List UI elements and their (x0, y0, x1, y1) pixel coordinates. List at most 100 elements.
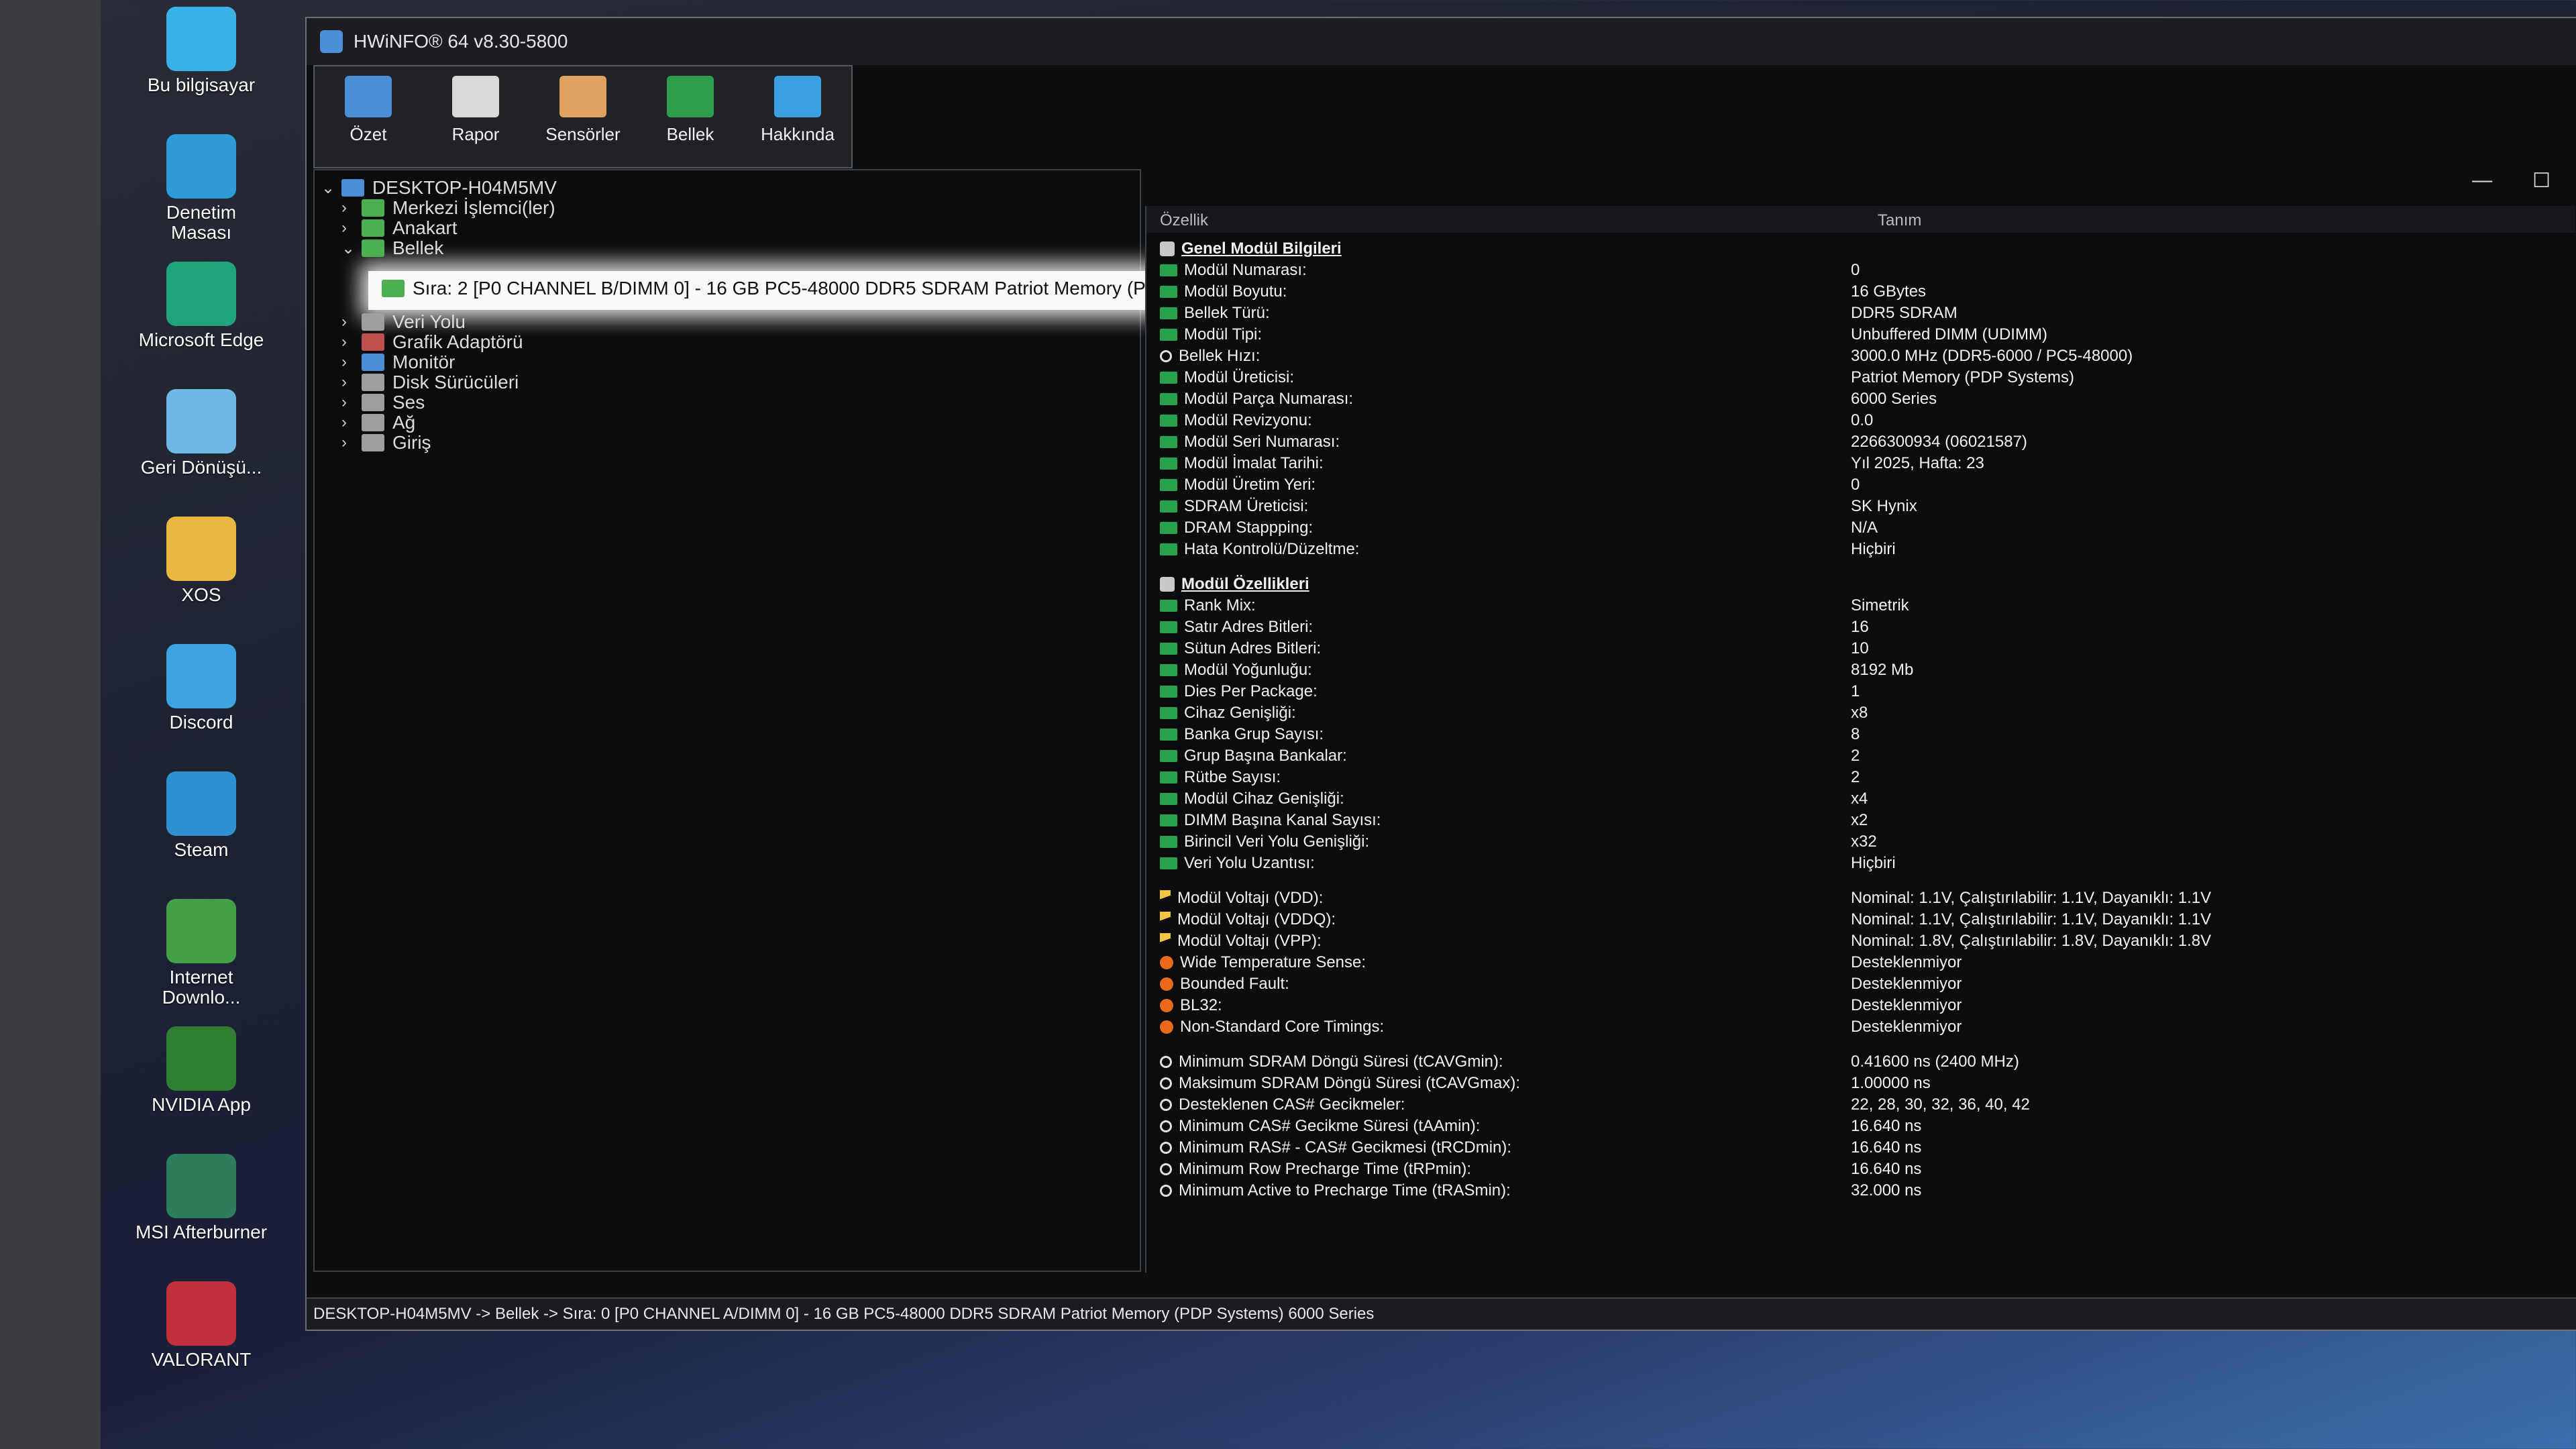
detail-key: BL32: (1160, 996, 1222, 1015)
chevron-right-icon[interactable]: › (341, 219, 362, 237)
detail-row[interactable]: SDRAM Üreticisi: SK Hynix (1160, 497, 2555, 519)
detail-row[interactable]: Modül Üretim Yeri: 0 (1160, 476, 2555, 497)
clock-icon (1160, 1056, 1172, 1068)
chevron-down-icon[interactable]: ⌄ (321, 178, 341, 198)
detail-row[interactable]: Modül Boyutu: 16 GBytes (1160, 282, 2555, 304)
desktop-icon[interactable]: Internet Downlo... (134, 899, 268, 1008)
desktop-icon[interactable]: Bu bilgisayar (134, 7, 268, 95)
detail-row[interactable]: Modül Üreticisi: Patriot Memory (PDP Syst… (1160, 368, 2555, 390)
maximize-icon[interactable]: ☐ (2532, 169, 2551, 193)
tree-item[interactable]: › Anakart (341, 217, 458, 239)
tree-item[interactable]: › Ağ (341, 412, 415, 433)
desktop-icon[interactable]: NVIDIA App (134, 1026, 268, 1115)
detail-row[interactable]: DIMM Başına Kanal Sayısı: x2 (1160, 811, 2555, 833)
detail-key-label: Birincil Veri Yolu Genişliği: (1184, 833, 1370, 851)
tree-item[interactable]: › Giriş (341, 432, 431, 453)
toolbar-button[interactable]: Sensörler (529, 66, 637, 167)
detail-row[interactable]: Hata Kontrolü/Düzeltme: Hiçbiri (1160, 540, 2555, 561)
details-column-header: Özellik Tanım (1146, 206, 2575, 233)
detail-row[interactable]: Rank Mix: Simetrik (1160, 596, 2555, 618)
column-value[interactable]: Tanım (1878, 211, 1921, 230)
detail-row[interactable]: Modül Voltajı (VDDQ): Nominal: 1.1V, Çalı… (1160, 910, 2555, 932)
toolbar-button[interactable]: Özet (315, 66, 422, 167)
detail-row[interactable]: Minimum Row Precharge Time (tRPmin): 16.6… (1160, 1160, 2555, 1181)
tree-item[interactable]: › Disk Sürücüleri (341, 372, 519, 393)
detail-row[interactable]: Minimum Active to Precharge Time (tRASmi… (1160, 1181, 2555, 1203)
section-header[interactable]: Genel Modül Bilgileri (1160, 239, 2555, 261)
title-bar[interactable]: HWiNFO® 64 v8.30-5800 (307, 18, 2576, 65)
edge-icon (166, 262, 236, 326)
memory-module-icon (1160, 750, 1177, 762)
detail-row[interactable]: Satır Adres Bitleri: 16 (1160, 618, 2555, 639)
detail-row[interactable]: Modül Tipi: Unbuffered DIMM (UDIMM) (1160, 325, 2555, 347)
detail-row[interactable]: Minimum SDRAM Döngü Süresi (tCAVGmin): 0.… (1160, 1053, 2555, 1074)
detail-value: 16 GBytes (1851, 282, 1927, 301)
detail-row[interactable]: Rütbe Sayısı: 2 (1160, 768, 2555, 790)
detail-row[interactable]: Modül Voltajı (VPP): Nominal: 1.8V, Çalış… (1160, 932, 2555, 953)
tree-item[interactable]: › Ses (341, 392, 425, 413)
detail-row[interactable]: Banka Grup Sayısı: 8 (1160, 725, 2555, 747)
desktop-icon[interactable]: Microsoft Edge (134, 262, 268, 350)
tree-item[interactable]: › Grafik Adaptörü (341, 331, 523, 353)
column-feature[interactable]: Özellik (1160, 211, 1208, 230)
desktop-icon[interactable]: MSI Afterburner (134, 1154, 268, 1242)
detail-row[interactable]: DRAM Stappping: N/A (1160, 519, 2555, 540)
desktop-icon[interactable]: Steam (134, 771, 268, 860)
tree-item[interactable]: › Merkezi İşlemci(ler) (341, 197, 555, 219)
section-header[interactable]: Modül Özellikleri (1160, 575, 2555, 596)
detail-row[interactable]: Veri Yolu Uzantısı: Hiçbiri (1160, 854, 2555, 875)
chevron-down-icon[interactable]: ⌄ (341, 239, 362, 258)
tree-item[interactable]: ⌄ Bellek (341, 237, 443, 259)
toolbar-button[interactable]: Bellek (637, 66, 744, 167)
detail-row[interactable]: Modül Yoğunluğu: 8192 Mb (1160, 661, 2555, 682)
chevron-right-icon[interactable]: › (341, 433, 362, 452)
toolbar-button-label: Özet (350, 124, 387, 144)
detail-row[interactable]: Modül İmalat Tarihi: Yıl 2025, Hafta: 23 (1160, 454, 2555, 476)
detail-value: 8192 Mb (1851, 661, 1914, 679)
detail-row[interactable]: BL32: Desteklenmiyor (1160, 996, 2555, 1018)
toolbar-button[interactable]: Rapor (422, 66, 529, 167)
detail-row[interactable]: Bounded Fault: Desteklenmiyor (1160, 975, 2555, 996)
tree-item[interactable]: ⌄ DESKTOP-H04M5MV (321, 177, 557, 199)
detail-row[interactable]: Modül Seri Numarası: 2266300934 (06021587… (1160, 433, 2555, 454)
chevron-right-icon[interactable]: › (341, 199, 362, 217)
chevron-right-icon[interactable]: › (341, 353, 362, 372)
detail-row[interactable]: Cihaz Genişliği: x8 (1160, 704, 2555, 725)
tree-item[interactable]: › Veri Yolu (341, 311, 466, 333)
desktop-icon[interactable]: Denetim Masası (134, 134, 268, 243)
chevron-right-icon[interactable]: › (341, 333, 362, 352)
desktop-icon[interactable]: VALORANT (134, 1281, 268, 1370)
tree-item[interactable]: › Monitör (341, 352, 455, 373)
detail-value: Unbuffered DIMM (UDIMM) (1851, 325, 2047, 343)
detail-row[interactable]: Sütun Adres Bitleri: 10 (1160, 639, 2555, 661)
detail-row[interactable]: Modül Voltajı (VDD): Nominal: 1.1V, Çalış… (1160, 889, 2555, 910)
detail-value: Desteklenmiyor (1851, 996, 1962, 1014)
minimize-icon[interactable]: — (2472, 169, 2492, 193)
detail-row[interactable]: Wide Temperature Sense: Desteklenmiyor (1160, 953, 2555, 975)
clock-icon (1160, 350, 1172, 362)
detail-value: 0 (1851, 261, 1860, 279)
detail-row[interactable]: Bellek Hızı: 3000.0 MHz (DDR5-6000 / PC5-… (1160, 347, 2555, 368)
detail-row[interactable]: Modül Revizyonu: 0.0 (1160, 411, 2555, 433)
detail-row[interactable]: Grup Başına Bankalar: 2 (1160, 747, 2555, 768)
detail-row[interactable]: Modül Parça Numarası: 6000 Series (1160, 390, 2555, 411)
detail-row[interactable]: Minimum CAS# Gecikme Süresi (tAAmin): 16.… (1160, 1117, 2555, 1138)
detail-row[interactable]: Maksimum SDRAM Döngü Süresi (tCAVGmax): 1… (1160, 1074, 2555, 1095)
chevron-right-icon[interactable]: › (341, 373, 362, 392)
toolbar-button[interactable]: Hakkında (744, 66, 851, 167)
detail-row[interactable]: Modül Cihaz Genişliği: x4 (1160, 790, 2555, 811)
detail-row[interactable]: Desteklenen CAS# Gecikmeler: 22, 28, 30, … (1160, 1095, 2555, 1117)
desktop-icon[interactable]: XOS (134, 517, 268, 605)
detail-row[interactable]: Dies Per Package: 1 (1160, 682, 2555, 704)
desktop-icon[interactable]: Discord (134, 644, 268, 733)
chevron-right-icon[interactable]: › (341, 393, 362, 412)
detail-row[interactable]: Non-Standard Core Timings: Desteklenmiyor (1160, 1018, 2555, 1039)
detail-row[interactable]: Modül Numarası: 0 (1160, 261, 2555, 282)
detail-key-label: Wide Temperature Sense: (1180, 953, 1366, 971)
detail-row[interactable]: Birincil Veri Yolu Genişliği: x32 (1160, 833, 2555, 854)
detail-row[interactable]: Minimum RAS# - CAS# Gecikmesi (tRCDmin):… (1160, 1138, 2555, 1160)
chevron-right-icon[interactable]: › (341, 313, 362, 331)
desktop-icon[interactable]: Geri Dönüşü... (134, 389, 268, 478)
detail-row[interactable]: Bellek Türü: DDR5 SDRAM (1160, 304, 2555, 325)
chevron-right-icon[interactable]: › (341, 413, 362, 432)
